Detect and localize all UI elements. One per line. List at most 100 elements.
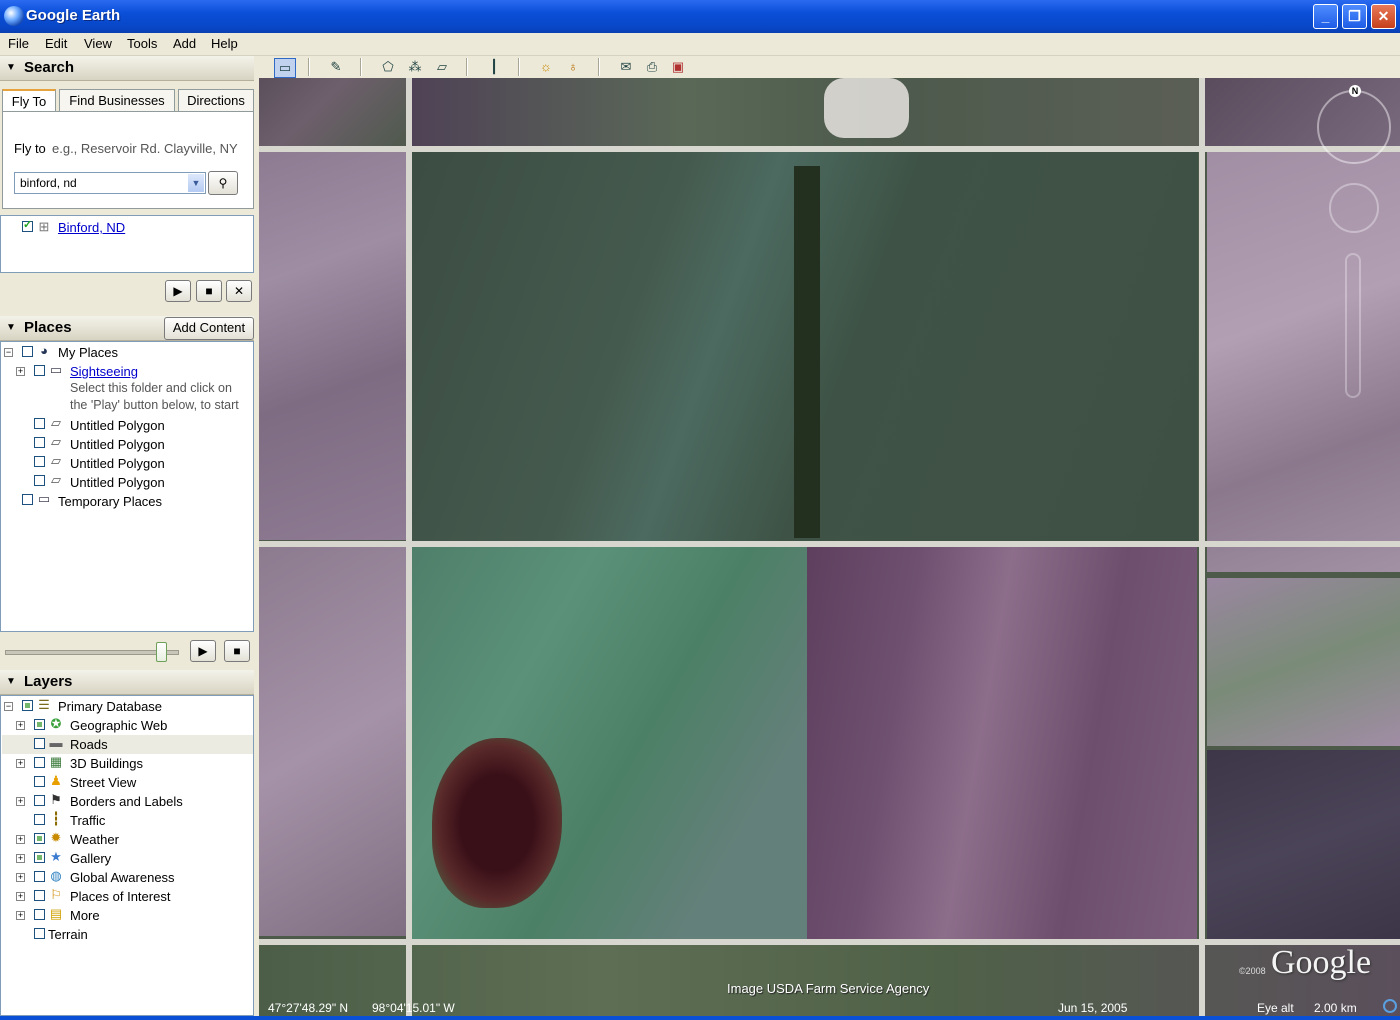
layers-checkbox[interactable] (34, 871, 45, 882)
layers-panel-header[interactable]: ▼ Layers (0, 670, 254, 695)
field (807, 547, 1197, 939)
email-icon[interactable]: ✉ (616, 58, 636, 76)
expand-toggle[interactable]: + (16, 759, 25, 768)
tour-slider-track[interactable] (5, 650, 179, 655)
result-checkbox[interactable] (22, 218, 33, 232)
layer-terrain[interactable]: Terrain (48, 925, 88, 944)
layers-checkbox[interactable] (34, 719, 45, 730)
collapse-toggle[interactable]: − (4, 702, 13, 711)
tab-fly-to[interactable]: Fly To (2, 89, 56, 111)
compass-ring[interactable] (1317, 90, 1391, 164)
layers-checkbox[interactable] (34, 890, 45, 901)
layers-checkbox[interactable] (34, 909, 45, 920)
clear-results-button[interactable]: ✕ (226, 280, 252, 302)
layer-gallery[interactable]: Gallery (70, 849, 111, 868)
polygon-icon[interactable]: ⬠ (378, 58, 398, 76)
fly-to-input[interactable]: binford, nd ▼ (14, 172, 206, 194)
layer-geographic-web[interactable]: Geographic Web (70, 716, 167, 735)
maximize-button[interactable]: ❐ (1342, 4, 1367, 29)
minimize-button[interactable]: _ (1313, 4, 1338, 29)
tour-play-button[interactable]: ▶ (190, 640, 216, 662)
menu-help[interactable]: Help (211, 36, 238, 51)
tour-stop-button[interactable]: ■ (224, 640, 250, 662)
google-maps-icon[interactable]: ▣ (668, 58, 688, 76)
layers-checkbox[interactable] (34, 776, 45, 787)
layers-checkbox[interactable] (34, 738, 45, 749)
dropdown-arrow-icon[interactable]: ▼ (188, 174, 204, 192)
play-button[interactable]: ▶ (165, 280, 191, 302)
planet-icon[interactable]: ♁ (563, 58, 583, 76)
placemark-icon[interactable]: ✎ (326, 58, 346, 76)
places-checkbox[interactable] (22, 494, 33, 505)
places-item-polygon[interactable]: Untitled Polygon (70, 473, 165, 492)
places-checkbox[interactable] (34, 365, 45, 376)
places-item-my-places[interactable]: My Places (58, 343, 118, 362)
menu-view[interactable]: View (84, 36, 112, 51)
expand-toggle[interactable]: + (16, 911, 25, 920)
ruler-icon[interactable]: ┃ (484, 58, 504, 76)
expand-toggle[interactable]: + (16, 367, 25, 376)
menu-add[interactable]: Add (173, 36, 196, 51)
road-icon: ▬ (49, 735, 63, 750)
expand-toggle[interactable]: + (16, 835, 25, 844)
layer-global-awareness[interactable]: Global Awareness (70, 868, 175, 887)
road (259, 541, 1400, 547)
search-panel-header[interactable]: ▼ Search (0, 56, 254, 81)
layer-places-of-interest[interactable]: Places of Interest (70, 887, 170, 906)
result-binford-link[interactable]: Binford, ND (58, 218, 125, 237)
expand-toggle[interactable]: + (16, 797, 25, 806)
places-item-polygon[interactable]: Untitled Polygon (70, 454, 165, 473)
layers-checkbox[interactable] (34, 833, 45, 844)
path-icon[interactable]: ⁂ (405, 58, 425, 76)
places-checkbox[interactable] (34, 437, 45, 448)
places-checkbox[interactable] (34, 456, 45, 467)
layer-borders-and-labels[interactable]: Borders and Labels (70, 792, 183, 811)
expand-toggle[interactable]: + (16, 854, 25, 863)
layers-checkbox[interactable] (34, 795, 45, 806)
collapse-arrow-icon: ▼ (6, 62, 16, 73)
close-button[interactable]: ✕ (1371, 4, 1396, 29)
expand-toggle[interactable]: + (16, 892, 25, 901)
layers-checkbox[interactable] (34, 852, 45, 863)
places-item-polygon[interactable]: Untitled Polygon (70, 435, 165, 454)
places-checkbox[interactable] (22, 346, 33, 357)
layers-checkbox[interactable] (34, 757, 45, 768)
fly-to-label: Fly to (14, 141, 46, 156)
expand-toggle[interactable]: + (16, 873, 25, 882)
tab-find-businesses[interactable]: Find Businesses (59, 89, 175, 111)
look-joystick[interactable] (1329, 183, 1379, 233)
tab-directions[interactable]: Directions (178, 89, 254, 111)
layer-primary-database[interactable]: Primary Database (58, 697, 162, 716)
sidebar: ▼ Search Fly To Find Businesses Directio… (0, 56, 258, 1016)
menu-tools[interactable]: Tools (127, 36, 157, 51)
layers-checkbox[interactable] (34, 928, 45, 939)
image-overlay-icon[interactable]: ▱ (432, 58, 452, 76)
search-button[interactable]: ⚲ (208, 171, 238, 195)
menu-file[interactable]: File (8, 36, 29, 51)
layer-more[interactable]: More (70, 906, 100, 925)
places-item-temporary-places[interactable]: Temporary Places (58, 492, 162, 511)
map-view[interactable]: N ©2008 Google Image USDA Farm Service A… (259, 78, 1400, 1016)
layer-3d-buildings[interactable]: 3D Buildings (70, 754, 143, 773)
add-content-button[interactable]: Add Content (164, 317, 254, 340)
sidebar-toggle-icon[interactable]: ▭ (274, 58, 296, 78)
places-checkbox[interactable] (34, 418, 45, 429)
collapse-toggle[interactable]: − (4, 348, 13, 357)
title-bar: Google Earth _ ❐ ✕ (0, 0, 1400, 33)
menu-edit[interactable]: Edit (45, 36, 67, 51)
places-item-polygon[interactable]: Untitled Polygon (70, 416, 165, 435)
layer-traffic[interactable]: Traffic (70, 811, 105, 830)
expand-toggle[interactable]: + (16, 721, 25, 730)
layers-checkbox[interactable] (22, 700, 33, 711)
print-icon[interactable]: ⎙ (642, 58, 662, 76)
layers-checkbox[interactable] (34, 814, 45, 825)
places-checkbox[interactable] (34, 475, 45, 486)
tour-slider-thumb[interactable] (155, 642, 167, 662)
zoom-slider[interactable] (1345, 253, 1361, 398)
layer-street-view[interactable]: Street View (70, 773, 136, 792)
stop-button[interactable]: ■ (196, 280, 222, 302)
layer-weather[interactable]: Weather (70, 830, 119, 849)
layer-roads[interactable]: Roads (70, 735, 108, 754)
places-header-label: Places (24, 319, 72, 336)
sun-icon[interactable]: ☼ (536, 58, 556, 76)
